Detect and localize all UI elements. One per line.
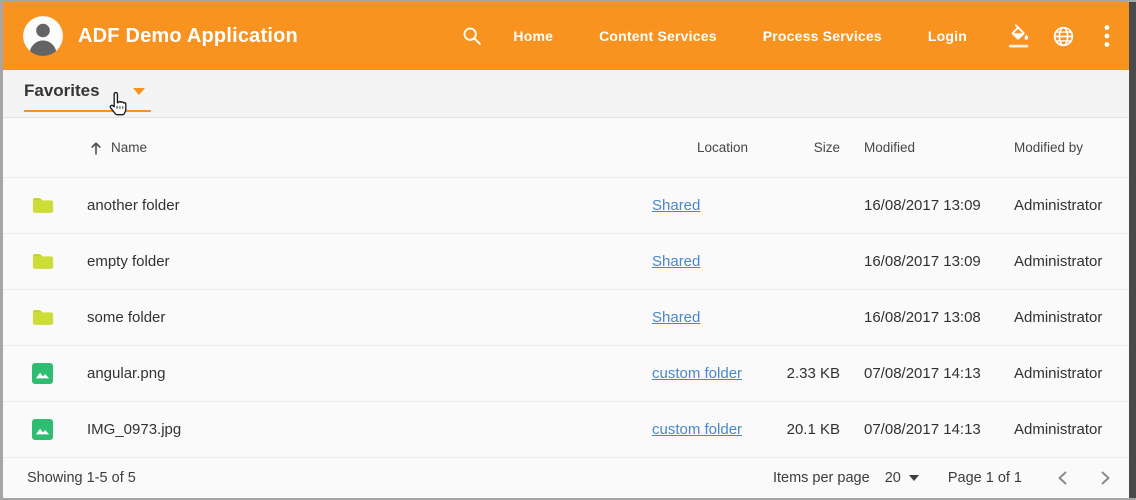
document-list: Name Location Size Modified Modified by <box>3 118 1136 458</box>
location-link[interactable]: custom folder <box>652 421 742 438</box>
file-name[interactable]: empty folder <box>87 253 652 270</box>
folder-icon <box>32 252 54 271</box>
previous-page-button[interactable] <box>1052 466 1073 490</box>
modified-date: 16/08/2017 13:09 <box>840 253 1014 270</box>
table-row[interactable]: another folder Shared 16/08/2017 13:09 A… <box>3 178 1136 234</box>
sort-ascending-icon <box>90 141 102 155</box>
column-header-modified[interactable]: Modified <box>840 140 1014 155</box>
app-window: ADF Demo Application Home Content Servic… <box>0 0 1136 500</box>
file-type-cell <box>3 252 87 271</box>
column-header-name[interactable]: Name <box>87 140 652 155</box>
column-header-name-label: Name <box>111 140 147 155</box>
nav-content-services[interactable]: Content Services <box>599 28 717 44</box>
file-name[interactable]: angular.png <box>87 365 652 382</box>
language-globe-icon[interactable] <box>1052 25 1075 48</box>
nav-login[interactable]: Login <box>928 28 967 44</box>
location-cell: custom folder <box>652 365 764 382</box>
table-row[interactable]: empty folder Shared 16/08/2017 13:09 Adm… <box>3 234 1136 290</box>
pagination-controls: Items per page 20 Page 1 of 1 <box>773 466 1116 490</box>
color-fill-icon[interactable] <box>1009 24 1031 48</box>
next-page-button[interactable] <box>1095 466 1116 490</box>
modified-date: 16/08/2017 13:08 <box>840 309 1014 326</box>
file-type-cell <box>3 419 87 440</box>
folder-icon <box>32 308 54 327</box>
kebab-menu-icon[interactable] <box>1104 24 1110 48</box>
table-body: another folder Shared 16/08/2017 13:09 A… <box>3 178 1136 458</box>
current-view-label: Favorites <box>24 81 100 101</box>
location-cell: Shared <box>652 197 764 214</box>
image-icon <box>32 419 53 440</box>
header-icon-group <box>1009 24 1110 48</box>
items-per-page-value: 20 <box>885 470 901 486</box>
folder-icon <box>32 196 54 215</box>
file-type-cell <box>3 196 87 215</box>
column-header-modified-by[interactable]: Modified by <box>1014 140 1114 155</box>
items-per-page-label: Items per page <box>773 470 870 486</box>
main-nav: Home Content Services Process Services L… <box>513 28 967 44</box>
items-per-page-select[interactable]: 20 <box>885 470 919 486</box>
image-icon <box>32 363 53 384</box>
table-row[interactable]: IMG_0973.jpg custom folder 20.1 KB 07/08… <box>3 402 1136 458</box>
user-avatar-icon <box>23 16 63 56</box>
window-edge-scrollbar[interactable] <box>1129 2 1136 498</box>
modified-by: Administrator <box>1014 197 1114 214</box>
table-header-row: Name Location Size Modified Modified by <box>3 118 1136 178</box>
chevron-down-icon <box>909 475 919 481</box>
modified-date: 16/08/2017 13:09 <box>840 197 1014 214</box>
file-type-cell <box>3 363 87 384</box>
modified-by: Administrator <box>1014 253 1114 270</box>
file-name[interactable]: some folder <box>87 309 652 326</box>
column-header-location[interactable]: Location <box>652 140 764 155</box>
location-link[interactable]: custom folder <box>652 365 742 382</box>
view-selector-dropdown[interactable]: Favorites <box>24 81 151 112</box>
file-type-cell <box>3 308 87 327</box>
view-selector-bar: Favorites <box>3 70 1136 118</box>
table-row[interactable]: angular.png custom folder 2.33 KB 07/08/… <box>3 346 1136 402</box>
location-cell: Shared <box>652 309 764 326</box>
search-icon[interactable] <box>461 25 483 47</box>
app-header: ADF Demo Application Home Content Servic… <box>3 2 1136 70</box>
table-row[interactable]: some folder Shared 16/08/2017 13:08 Admi… <box>3 290 1136 346</box>
location-link[interactable]: Shared <box>652 197 700 214</box>
location-link[interactable]: Shared <box>652 309 700 326</box>
showing-range-label: Showing 1-5 of 5 <box>27 470 136 486</box>
location-link[interactable]: Shared <box>652 253 700 270</box>
location-cell: custom folder <box>652 421 764 438</box>
modified-date: 07/08/2017 14:13 <box>840 365 1014 382</box>
modified-date: 07/08/2017 14:13 <box>840 421 1014 438</box>
modified-by: Administrator <box>1014 421 1114 438</box>
chevron-down-icon <box>133 88 145 95</box>
file-name[interactable]: another folder <box>87 197 652 214</box>
file-size: 20.1 KB <box>764 421 840 438</box>
modified-by: Administrator <box>1014 365 1114 382</box>
modified-by: Administrator <box>1014 309 1114 326</box>
nav-process-services[interactable]: Process Services <box>763 28 882 44</box>
page-status-label: Page 1 of 1 <box>948 470 1022 486</box>
location-cell: Shared <box>652 253 764 270</box>
pagination-bar: Showing 1-5 of 5 Items per page 20 Page … <box>3 458 1136 498</box>
file-size: 2.33 KB <box>764 365 840 382</box>
nav-home[interactable]: Home <box>513 28 553 44</box>
file-name[interactable]: IMG_0973.jpg <box>87 421 652 438</box>
column-header-size[interactable]: Size <box>764 140 840 155</box>
app-title: ADF Demo Application <box>78 25 298 48</box>
